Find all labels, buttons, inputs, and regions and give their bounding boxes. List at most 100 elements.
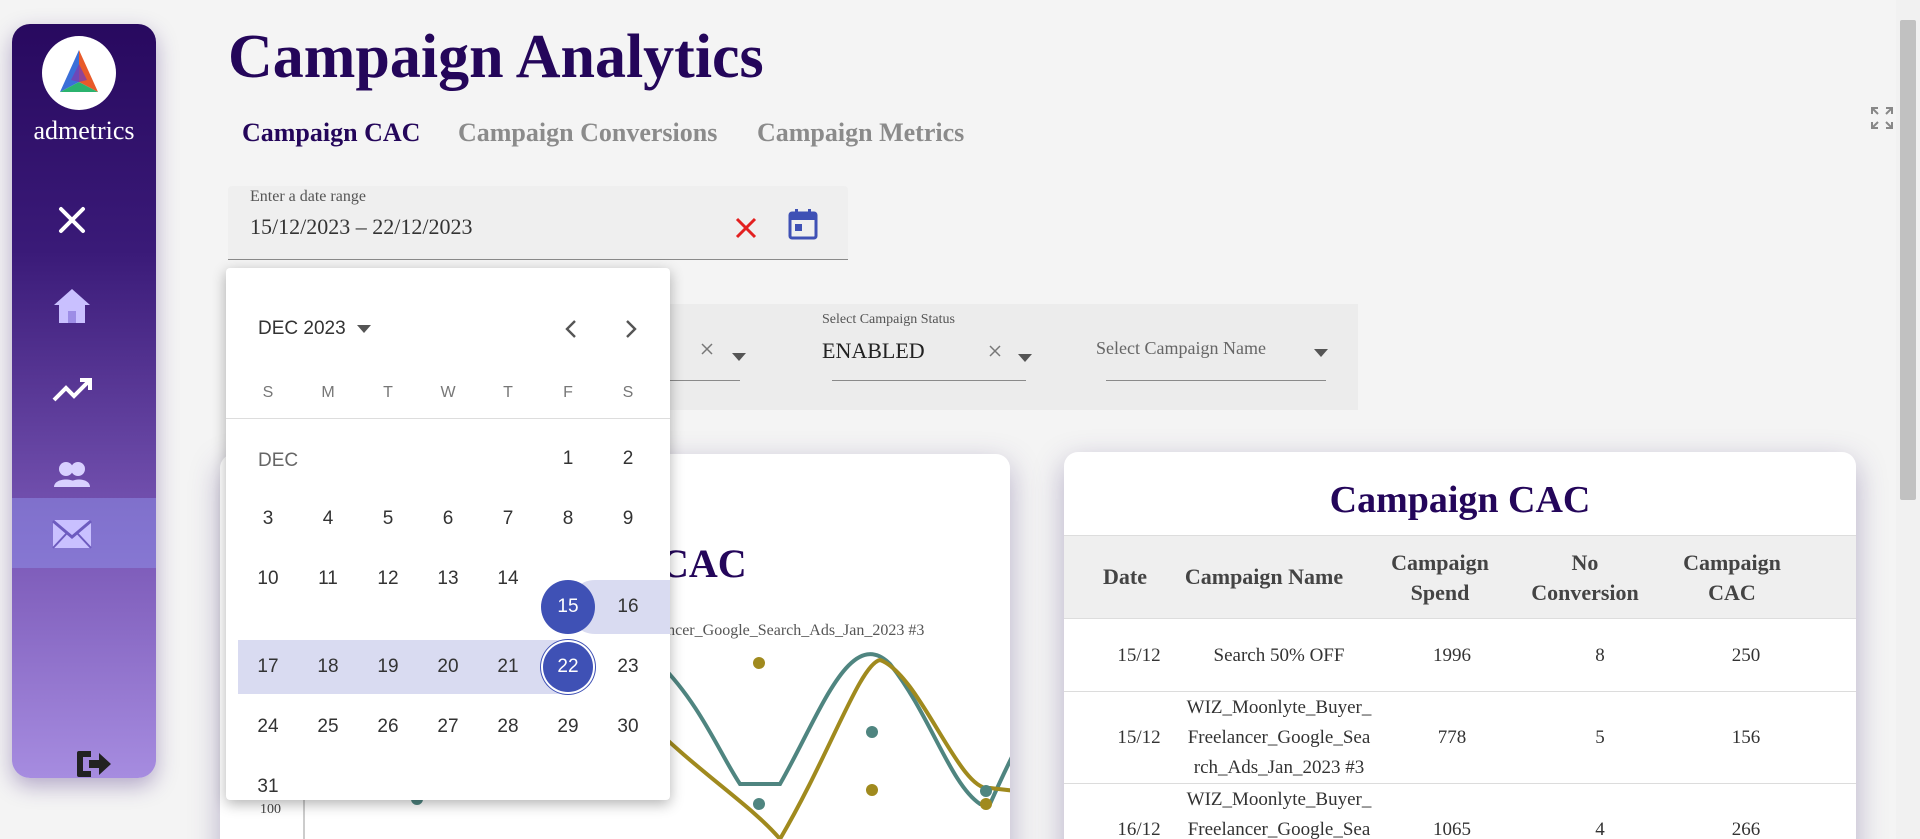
sidebar: admetrics	[12, 24, 156, 778]
data-point[interactable]	[866, 784, 878, 796]
calendar-day[interactable]: 24	[238, 700, 298, 754]
chevron-down-icon[interactable]	[732, 348, 746, 366]
weekday-header: S	[622, 384, 634, 401]
data-point[interactable]	[980, 798, 992, 810]
table-cell-cac: 266	[1731, 819, 1761, 839]
weekday-header: M	[321, 384, 335, 401]
calendar-day-selected[interactable]: 15	[538, 580, 598, 634]
calendar-day[interactable]: 1	[538, 432, 598, 486]
campaign-status-label: Select Campaign Status	[822, 312, 955, 327]
calendar-day[interactable]: 30	[598, 700, 658, 754]
calendar-day[interactable]: 16	[598, 580, 658, 634]
column-header-campaign-cac[interactable]: Campaign CAC	[1668, 548, 1796, 608]
column-header-no-conversion[interactable]: No Conversion	[1524, 548, 1646, 608]
weekday-header: T	[383, 384, 393, 401]
weekday-header: S	[262, 384, 274, 401]
calendar-day[interactable]: 28	[478, 700, 538, 754]
calendar-day-selected[interactable]: 22	[538, 640, 598, 694]
calendar-period-label: DEC 2023	[258, 318, 346, 339]
calendar-day[interactable]: 31	[238, 760, 298, 814]
chevron-down-icon[interactable]	[1018, 349, 1032, 367]
status-underline	[832, 380, 1026, 381]
table-cell-conversions: 5	[1595, 727, 1605, 748]
calendar-day[interactable]: 4	[298, 492, 358, 546]
home-icon[interactable]	[38, 280, 106, 332]
calendar-icon[interactable]	[788, 208, 818, 245]
tab-campaign-cac[interactable]: Campaign CAC	[242, 118, 420, 148]
clear-filter-icon[interactable]	[700, 342, 714, 361]
page-title: Campaign Analytics	[228, 23, 764, 91]
calendar-day[interactable]: 14	[478, 552, 538, 606]
logo	[42, 36, 116, 110]
chevron-down-icon[interactable]	[1314, 344, 1328, 362]
trending-up-icon[interactable]	[38, 364, 106, 416]
table-cell-campaign-name: WIZ_Moonlyte_Buyer_ Freelancer_Google_Se…	[1186, 697, 1372, 778]
calendar-day[interactable]: 3	[238, 492, 298, 546]
calendar-day[interactable]: 17	[238, 640, 298, 694]
fullscreen-icon[interactable]	[1870, 106, 1894, 135]
close-icon[interactable]	[38, 194, 106, 246]
column-header-campaign-name[interactable]: Campaign Name	[1176, 562, 1352, 592]
date-range-value[interactable]: 15/12/2023 – 22/12/2023	[250, 214, 472, 240]
series-line-gold	[638, 657, 1010, 839]
chevron-left-icon	[565, 320, 576, 338]
brand-name: admetrics	[33, 116, 135, 145]
date-range-field[interactable]: Enter a date range 15/12/2023 – 22/12/20…	[228, 186, 848, 260]
column-header-date[interactable]: Date	[1094, 562, 1156, 592]
date-picker-popup: DEC 2023 S M T W T F S DEC 1 2 3 4 5 6 7…	[226, 268, 670, 800]
previous-month-button[interactable]	[560, 318, 582, 345]
calendar-day[interactable]: 2	[598, 432, 658, 486]
row-divider	[1064, 783, 1856, 784]
logout-icon[interactable]	[60, 738, 128, 790]
table-cell-spend: 1996	[1433, 645, 1471, 666]
users-icon[interactable]	[38, 448, 106, 500]
table-cell-spend: 1065	[1433, 819, 1471, 839]
table-cell-campaign-name: WIZ_Moonlyte_Buyer_ Freelancer_Google_Se…	[1186, 789, 1372, 839]
calendar-day[interactable]: 13	[418, 552, 478, 606]
calendar-day[interactable]: 19	[358, 640, 418, 694]
table-cell-conversions: 8	[1595, 645, 1605, 666]
calendar-divider	[226, 418, 670, 419]
data-point[interactable]	[753, 798, 765, 810]
campaign-name-select[interactable]: Select Campaign Name	[1096, 338, 1266, 359]
calendar-day[interactable]: 6	[418, 492, 478, 546]
date-range-label: Enter a date range	[250, 188, 366, 205]
table-cell-spend: 778	[1437, 727, 1467, 748]
clear-icon[interactable]	[734, 216, 758, 245]
calendar-day[interactable]: 10	[238, 552, 298, 606]
calendar-day[interactable]: 23	[598, 640, 658, 694]
calendar-day[interactable]: 11	[298, 552, 358, 606]
campaign-status-select[interactable]: ENABLED	[822, 338, 925, 364]
calendar-day[interactable]: 18	[298, 640, 358, 694]
data-point[interactable]	[980, 785, 992, 797]
calendar-month-label: DEC	[258, 450, 299, 471]
column-header-campaign-spend[interactable]: Campaign Spend	[1380, 548, 1500, 608]
calendar-day[interactable]: 26	[358, 700, 418, 754]
calendar-day[interactable]: 20	[418, 640, 478, 694]
table-cell-campaign-name: Search 50% OFF	[1213, 645, 1345, 666]
weekday-header: F	[563, 384, 573, 401]
data-point[interactable]	[866, 726, 878, 738]
table-cell-cac: 250	[1731, 645, 1761, 666]
tab-campaign-metrics[interactable]: Campaign Metrics	[757, 118, 964, 148]
calendar-day[interactable]: 9	[598, 492, 658, 546]
calendar-day[interactable]: 21	[478, 640, 538, 694]
calendar-day[interactable]: 8	[538, 492, 598, 546]
data-point[interactable]	[753, 657, 765, 669]
next-month-button[interactable]	[620, 318, 642, 345]
calendar-day[interactable]: 5	[358, 492, 418, 546]
table-title: Campaign CAC	[1329, 479, 1591, 521]
calendar-day[interactable]: 29	[538, 700, 598, 754]
table-cell-cac: 156	[1731, 727, 1761, 748]
table-cell-conversions: 4	[1595, 819, 1605, 839]
clear-status-icon[interactable]	[988, 344, 1002, 363]
calendar-day[interactable]: 27	[418, 700, 478, 754]
tab-campaign-conversions[interactable]: Campaign Conversions	[458, 118, 717, 148]
scrollbar-thumb[interactable]	[1900, 20, 1916, 500]
mail-icon[interactable]	[38, 508, 106, 560]
calendar-day[interactable]: 25	[298, 700, 358, 754]
month-year-selector[interactable]: DEC 2023	[258, 318, 371, 340]
weekday-header: W	[440, 384, 456, 401]
calendar-day[interactable]: 12	[358, 552, 418, 606]
calendar-day[interactable]: 7	[478, 492, 538, 546]
